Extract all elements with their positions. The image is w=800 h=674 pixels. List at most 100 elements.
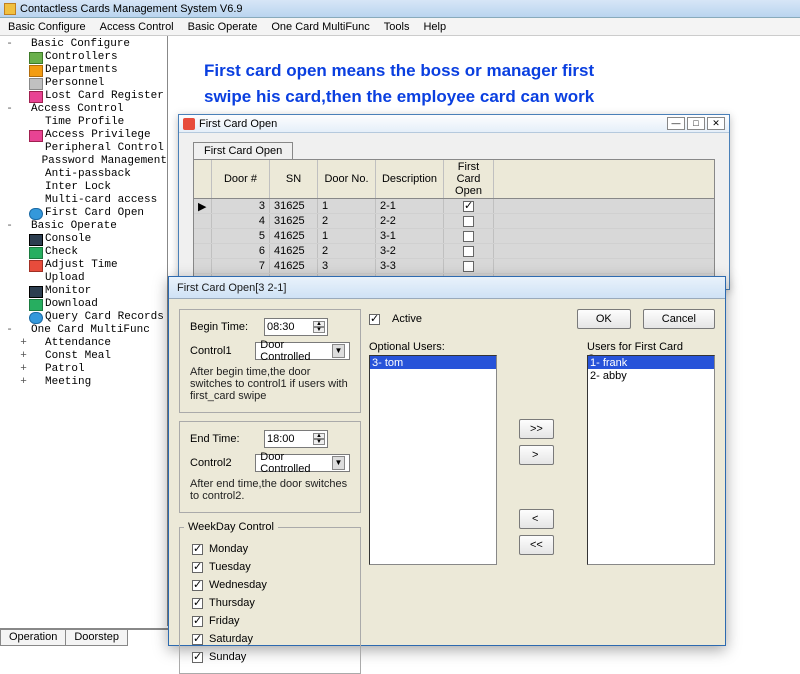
- tree-item[interactable]: +Patrol: [4, 363, 167, 376]
- weekday-label: Thursday: [209, 597, 255, 609]
- menu-help[interactable]: Help: [423, 21, 446, 33]
- nav-tree[interactable]: -Basic Configure Controllers Departments…: [0, 36, 168, 626]
- tree-icon: [29, 169, 43, 181]
- control2-select[interactable]: Door Controlled ▼: [255, 454, 350, 472]
- menu-basic-operate[interactable]: Basic Operate: [188, 21, 258, 33]
- tree-item[interactable]: +Const Meal: [4, 350, 167, 363]
- list-item[interactable]: 2- abby: [588, 369, 714, 382]
- weekday-checkbox[interactable]: [192, 562, 203, 573]
- tree-label: Lost Card Register: [45, 90, 164, 103]
- tree-icon: [29, 208, 43, 220]
- tree-item[interactable]: -Basic Operate: [4, 220, 167, 233]
- first-card-open-checkbox[interactable]: [463, 201, 474, 212]
- control1-label: Control1: [190, 345, 255, 357]
- tree-item[interactable]: Query Card Records: [4, 311, 167, 324]
- maximize-button[interactable]: □: [687, 117, 705, 130]
- weekday-checkbox[interactable]: [192, 598, 203, 609]
- weekday-checkbox[interactable]: [192, 616, 203, 627]
- tab-operation[interactable]: Operation: [0, 630, 66, 646]
- tree-icon: [29, 117, 43, 129]
- list-item[interactable]: 3- tom: [370, 356, 496, 369]
- first-card-open-checkbox[interactable]: [463, 231, 474, 242]
- control1-select[interactable]: Door Controlled ▼: [255, 342, 350, 360]
- tree-item[interactable]: Inter Lock: [4, 181, 167, 194]
- minimize-button[interactable]: —: [667, 117, 685, 130]
- tree-icon: [29, 377, 43, 389]
- first-card-open-checkbox[interactable]: [463, 216, 474, 227]
- weekday-checkbox[interactable]: [192, 652, 203, 663]
- menu-access-control[interactable]: Access Control: [100, 21, 174, 33]
- list-item[interactable]: 1- frank: [588, 356, 714, 369]
- tree-item[interactable]: Adjust Time: [4, 259, 167, 272]
- tree-item[interactable]: Multi-card access: [4, 194, 167, 207]
- move-all-right-button[interactable]: >>: [519, 419, 554, 439]
- table-row[interactable]: 43162522-2: [194, 214, 714, 229]
- cancel-button[interactable]: Cancel: [643, 309, 715, 329]
- end-time-input[interactable]: 18:00 ▲▼: [264, 430, 328, 448]
- tree-item[interactable]: -Access Control: [4, 103, 167, 116]
- spinner-down-icon[interactable]: ▼: [313, 327, 325, 333]
- table-row[interactable]: 64162523-2: [194, 244, 714, 259]
- tree-item[interactable]: Peripheral Control: [4, 142, 167, 155]
- weekday-checkbox[interactable]: [192, 544, 203, 555]
- weekday-checkbox[interactable]: [192, 634, 203, 645]
- app-icon: [4, 3, 16, 15]
- close-button[interactable]: ✕: [707, 117, 725, 130]
- first-card-open-checkbox[interactable]: [463, 261, 474, 272]
- col-sn[interactable]: SN: [270, 160, 318, 198]
- selected-users-listbox[interactable]: 1- frank2- abby: [587, 355, 715, 565]
- doors-grid[interactable]: Door # SN Door No. Description First Car…: [193, 159, 715, 290]
- menu-one-card-multifunc[interactable]: One Card MultiFunc: [271, 21, 369, 33]
- tree-label: Meeting: [45, 376, 91, 389]
- note-end: After end time,the door switches to cont…: [190, 478, 350, 502]
- weekday-label: Friday: [209, 615, 240, 627]
- ok-button[interactable]: OK: [577, 309, 631, 329]
- tree-icon: [29, 299, 43, 311]
- col-description[interactable]: Description: [376, 160, 444, 198]
- table-row[interactable]: 74162533-3: [194, 259, 714, 274]
- tree-item[interactable]: Lost Card Register: [4, 90, 167, 103]
- begin-time-input[interactable]: 08:30 ▲▼: [264, 318, 328, 336]
- col-door-no[interactable]: Door No.: [318, 160, 376, 198]
- chevron-down-icon[interactable]: ▼: [332, 456, 345, 470]
- move-all-left-button[interactable]: <<: [519, 535, 554, 555]
- first-card-open-checkbox[interactable]: [463, 246, 474, 257]
- tree-item[interactable]: First Card Open: [4, 207, 167, 220]
- tree-label: Adjust Time: [45, 259, 118, 272]
- chevron-down-icon[interactable]: ▼: [332, 344, 345, 358]
- menu-tools[interactable]: Tools: [384, 21, 410, 33]
- active-checkbox[interactable]: [369, 314, 380, 325]
- spinner-down-icon[interactable]: ▼: [313, 439, 325, 445]
- list-tab-first-card-open[interactable]: First Card Open: [193, 142, 293, 159]
- tree-item[interactable]: Departments: [4, 64, 167, 77]
- tree-item[interactable]: Anti-passback: [4, 168, 167, 181]
- weekday-checkbox[interactable]: [192, 580, 203, 591]
- tree-item[interactable]: Upload: [4, 272, 167, 285]
- tab-doorstep[interactable]: Doorstep: [65, 630, 128, 646]
- tree-item[interactable]: Console: [4, 233, 167, 246]
- table-row[interactable]: ▶33162512-1: [194, 199, 714, 214]
- weekday-label: Sunday: [209, 651, 246, 663]
- tree-item[interactable]: Password Management: [4, 155, 167, 168]
- list-window-titlebar[interactable]: First Card Open — □ ✕: [179, 115, 729, 133]
- move-left-button[interactable]: <: [519, 509, 554, 529]
- weekday-label: Tuesday: [209, 561, 251, 573]
- table-row[interactable]: 54162513-1: [194, 229, 714, 244]
- tree-item[interactable]: Controllers: [4, 51, 167, 64]
- tree-item[interactable]: Check: [4, 246, 167, 259]
- tree-item[interactable]: Download: [4, 298, 167, 311]
- tree-item[interactable]: Personnel: [4, 77, 167, 90]
- tree-item[interactable]: -Basic Configure: [4, 38, 167, 51]
- tree-item[interactable]: +Meeting: [4, 376, 167, 389]
- tree-item[interactable]: Monitor: [4, 285, 167, 298]
- tree-item[interactable]: +Attendance: [4, 337, 167, 350]
- move-right-button[interactable]: >: [519, 445, 554, 465]
- tree-item[interactable]: Time Profile: [4, 116, 167, 129]
- menu-basic-configure[interactable]: Basic Configure: [8, 21, 86, 33]
- dialog-titlebar[interactable]: First Card Open[3 2-1]: [169, 277, 725, 299]
- tree-item[interactable]: Access Privilege: [4, 129, 167, 142]
- col-door[interactable]: Door #: [212, 160, 270, 198]
- tree-item[interactable]: -One Card MultiFunc: [4, 324, 167, 337]
- col-first-card-open[interactable]: First Card Open: [444, 160, 494, 198]
- optional-users-listbox[interactable]: 3- tom: [369, 355, 497, 565]
